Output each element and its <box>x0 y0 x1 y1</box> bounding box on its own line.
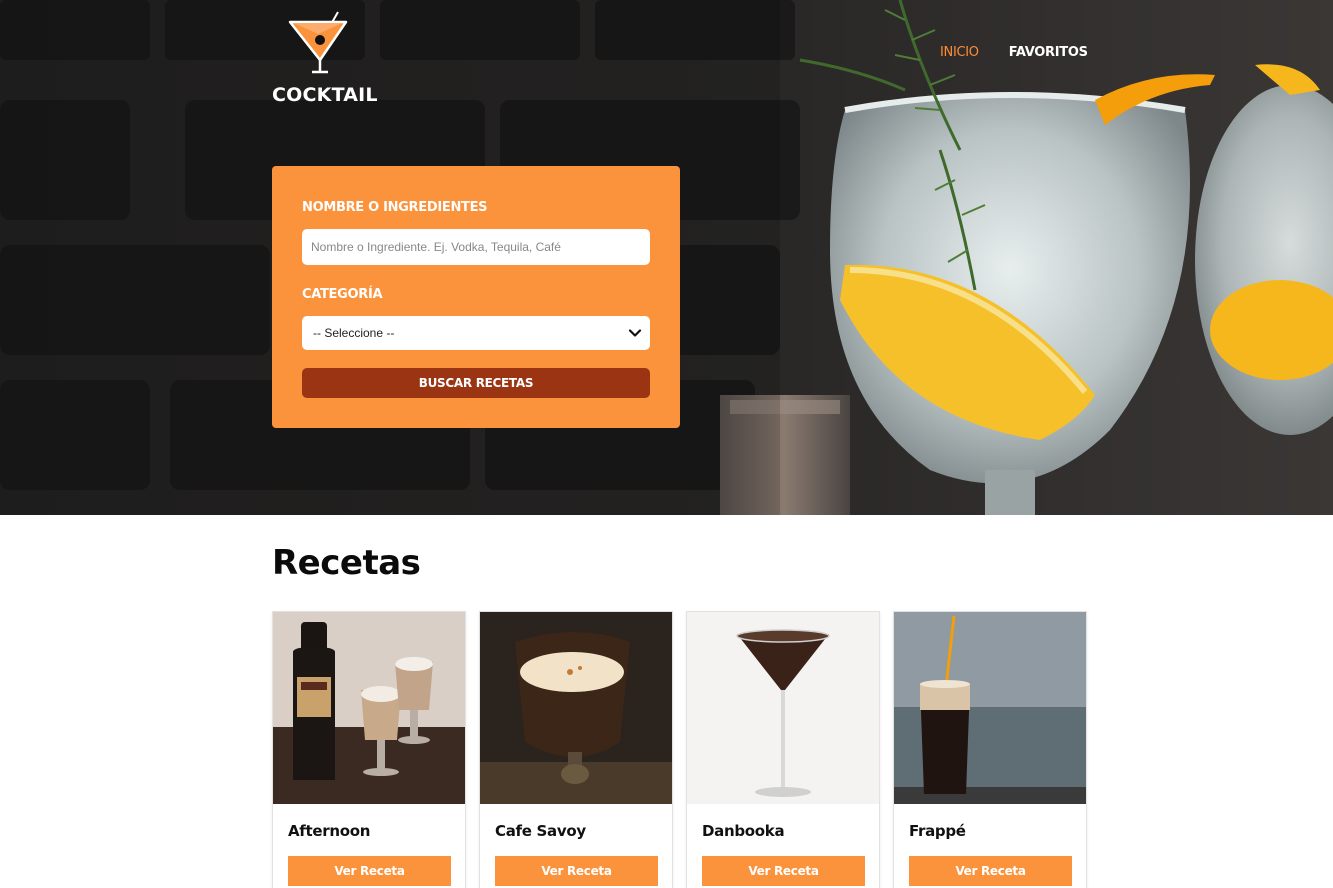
nav-link-inicio[interactable]: INICIO <box>940 45 979 60</box>
chevron-down-icon <box>628 329 642 337</box>
view-recipe-button[interactable]: Ver Receta <box>702 856 865 886</box>
brand-name: COCKTAIL <box>272 84 378 106</box>
search-recipes-button[interactable]: BUSCAR RECETAS <box>302 368 650 398</box>
main-nav: INICIO FAVORITOS <box>940 45 1088 60</box>
category-selected-value: -- Seleccione -- <box>313 326 395 340</box>
view-recipe-button[interactable]: Ver Receta <box>288 856 451 886</box>
view-recipe-button[interactable]: Ver Receta <box>909 856 1072 886</box>
view-recipe-button[interactable]: Ver Receta <box>495 856 658 886</box>
name-ingredient-input[interactable] <box>302 229 650 265</box>
recipes-section-title: Recetas <box>272 543 421 583</box>
hero-banner: COCKTAIL INICIO FAVORITOS NOMBRE O INGRE… <box>0 0 1333 515</box>
nav-link-favoritos[interactable]: FAVORITOS <box>1009 45 1088 60</box>
recipe-image <box>273 612 465 804</box>
name-field-label: NOMBRE O INGREDIENTES <box>302 200 488 215</box>
category-select[interactable]: -- Seleccione -- <box>302 316 650 350</box>
brand-logo[interactable]: COCKTAIL <box>272 10 378 106</box>
recipe-card: Frappé Ver Receta <box>893 611 1087 888</box>
recipe-image <box>480 612 672 804</box>
recipe-card: Afternoon Ver Receta <box>272 611 466 888</box>
recipe-image <box>894 612 1086 804</box>
martini-glass-icon <box>288 11 348 74</box>
recipe-card: Cafe Savoy Ver Receta <box>479 611 673 888</box>
recipe-card: Danbooka Ver Receta <box>686 611 880 888</box>
search-form: NOMBRE O INGREDIENTES CATEGORÍA -- Selec… <box>272 166 680 428</box>
recipe-list: Afternoon Ver Receta Cafe Savoy Ver Rece… <box>272 611 1088 888</box>
recipe-name: Cafe Savoy <box>495 822 586 840</box>
recipe-name: Afternoon <box>288 822 371 840</box>
recipe-image <box>687 612 879 804</box>
recipe-name: Frappé <box>909 822 966 840</box>
recipe-name: Danbooka <box>702 822 785 840</box>
category-field-label: CATEGORÍA <box>302 287 383 302</box>
